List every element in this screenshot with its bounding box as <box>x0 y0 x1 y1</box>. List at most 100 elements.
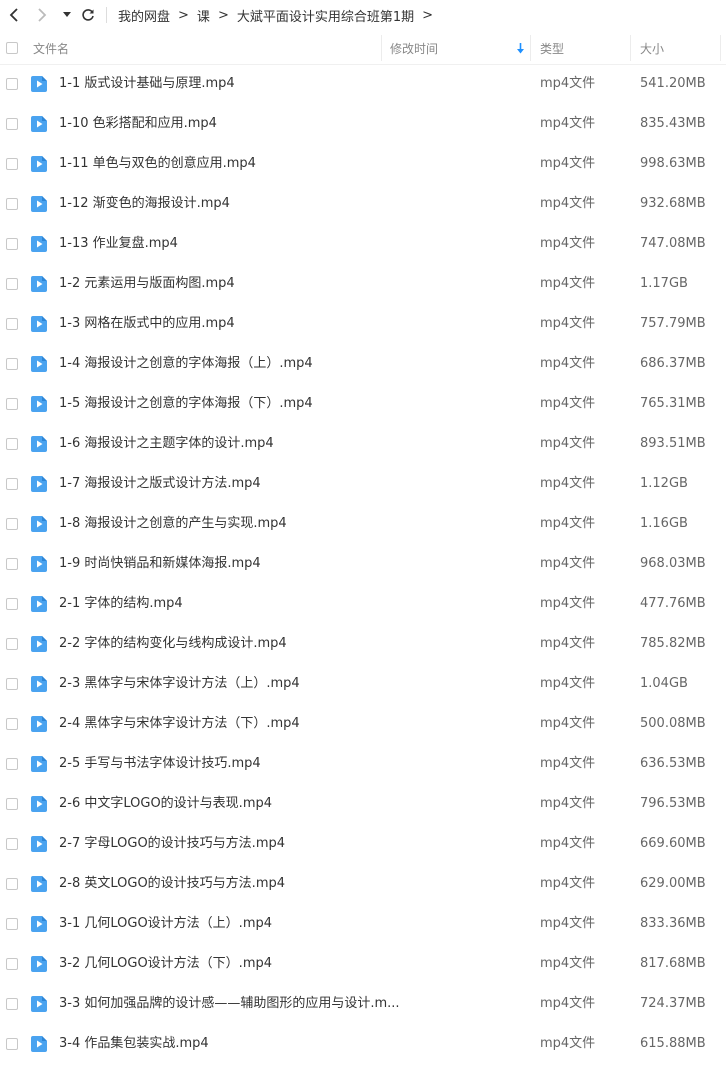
file-row[interactable]: 1-6 海报设计之主题字体的设计.mp4 mp4文件 893.51MB <box>0 424 726 464</box>
row-checkbox[interactable] <box>6 318 18 330</box>
file-name[interactable]: 1-3 网格在版式中的应用.mp4 <box>59 304 235 344</box>
forward-button[interactable] <box>32 4 52 26</box>
breadcrumb-item-current[interactable]: 大斌平面设计实用综合班第1期 <box>237 6 414 25</box>
row-checkbox[interactable] <box>6 958 18 970</box>
file-name[interactable]: 2-7 字母LOGO的设计技巧与方法.mp4 <box>59 824 285 864</box>
row-checkbox[interactable] <box>6 198 18 210</box>
file-row[interactable]: 2-6 中文字LOGO的设计与表现.mp4 mp4文件 796.53MB <box>0 784 726 824</box>
file-row[interactable]: 2-5 手写与书法字体设计技巧.mp4 mp4文件 636.53MB <box>0 744 726 784</box>
row-checkbox[interactable] <box>6 558 18 570</box>
refresh-button[interactable] <box>78 4 98 26</box>
file-row[interactable]: 1-9 时尚快销品和新媒体海报.mp4 mp4文件 968.03MB <box>0 544 726 584</box>
column-divider[interactable] <box>530 35 531 61</box>
file-row[interactable]: 1-2 元素运用与版面构图.mp4 mp4文件 1.17GB <box>0 264 726 304</box>
breadcrumb-item[interactable]: 我的网盘 <box>118 6 170 25</box>
file-row[interactable]: 2-7 字母LOGO的设计技巧与方法.mp4 mp4文件 669.60MB <box>0 824 726 864</box>
row-checkbox[interactable] <box>6 798 18 810</box>
file-name[interactable]: 1-7 海报设计之版式设计方法.mp4 <box>59 464 261 504</box>
column-divider[interactable] <box>720 35 721 61</box>
row-checkbox[interactable] <box>6 838 18 850</box>
back-button[interactable] <box>4 4 24 26</box>
file-name[interactable]: 3-3 如何加强品牌的设计感——辅助图形的应用与设计.m... <box>59 984 400 1024</box>
select-all-checkbox[interactable] <box>6 32 18 64</box>
file-type: mp4文件 <box>540 836 596 851</box>
sort-arrow-down-icon[interactable] <box>516 32 525 64</box>
row-checkbox[interactable] <box>6 478 18 490</box>
file-row[interactable]: 2-8 英文LOGO的设计技巧与方法.mp4 mp4文件 629.00MB <box>0 864 726 904</box>
column-header-modified[interactable]: 修改时间 <box>390 32 438 64</box>
row-checkbox[interactable] <box>6 358 18 370</box>
file-name[interactable]: 2-1 字体的结构.mp4 <box>59 584 183 624</box>
file-type: mp4文件 <box>540 876 596 891</box>
column-header-type[interactable]: 类型 <box>540 32 564 64</box>
file-name[interactable]: 1-5 海报设计之创意的字体海报（下）.mp4 <box>59 384 313 424</box>
file-name[interactable]: 3-1 几何LOGO设计方法（上）.mp4 <box>59 904 272 944</box>
file-name[interactable]: 1-2 元素运用与版面构图.mp4 <box>59 264 235 304</box>
file-name[interactable]: 2-5 手写与书法字体设计技巧.mp4 <box>59 744 261 784</box>
history-dropdown-button[interactable] <box>60 4 74 26</box>
file-name[interactable]: 2-4 黑体字与宋体字设计方法（下）.mp4 <box>59 704 300 744</box>
file-row[interactable]: 3-1 几何LOGO设计方法（上）.mp4 mp4文件 833.36MB <box>0 904 726 944</box>
nav-divider <box>106 7 107 23</box>
file-row[interactable]: 1-1 版式设计基础与原理.mp4 mp4文件 541.20MB <box>0 64 726 104</box>
video-file-icon <box>31 916 47 932</box>
column-header-size[interactable]: 大小 <box>640 32 664 64</box>
file-row[interactable]: 1-10 色彩搭配和应用.mp4 mp4文件 835.43MB <box>0 104 726 144</box>
file-name[interactable]: 1-13 作业复盘.mp4 <box>59 224 178 264</box>
file-row[interactable]: 1-13 作业复盘.mp4 mp4文件 747.08MB <box>0 224 726 264</box>
file-row[interactable]: 1-5 海报设计之创意的字体海报（下）.mp4 mp4文件 765.31MB <box>0 384 726 424</box>
file-row[interactable]: 1-12 渐变色的海报设计.mp4 mp4文件 932.68MB <box>0 184 726 224</box>
file-name[interactable]: 1-12 渐变色的海报设计.mp4 <box>59 184 230 224</box>
file-name[interactable]: 1-4 海报设计之创意的字体海报（上）.mp4 <box>59 344 313 384</box>
file-name[interactable]: 1-11 单色与双色的创意应用.mp4 <box>59 144 256 184</box>
file-row[interactable]: 1-8 海报设计之创意的产生与实现.mp4 mp4文件 1.16GB <box>0 504 726 544</box>
file-row[interactable]: 2-3 黑体字与宋体字设计方法（上）.mp4 mp4文件 1.04GB <box>0 664 726 704</box>
row-checkbox[interactable] <box>6 158 18 170</box>
file-name[interactable]: 3-4 作品集包装实战.mp4 <box>59 1024 209 1064</box>
file-name[interactable]: 1-10 色彩搭配和应用.mp4 <box>59 104 217 144</box>
row-checkbox[interactable] <box>6 278 18 290</box>
column-divider[interactable] <box>630 35 631 61</box>
row-checkbox[interactable] <box>6 118 18 130</box>
row-checkbox[interactable] <box>6 998 18 1010</box>
file-row[interactable]: 2-4 黑体字与宋体字设计方法（下）.mp4 mp4文件 500.08MB <box>0 704 726 744</box>
file-size: 833.36MB <box>640 916 706 931</box>
file-name[interactable]: 1-8 海报设计之创意的产生与实现.mp4 <box>59 504 287 544</box>
file-type: mp4文件 <box>540 1036 596 1051</box>
file-row[interactable]: 1-3 网格在版式中的应用.mp4 mp4文件 757.79MB <box>0 304 726 344</box>
file-name[interactable]: 1-6 海报设计之主题字体的设计.mp4 <box>59 424 274 464</box>
file-row[interactable]: 1-11 单色与双色的创意应用.mp4 mp4文件 998.63MB <box>0 144 726 184</box>
file-row[interactable]: 3-4 作品集包装实战.mp4 mp4文件 615.88MB <box>0 1024 726 1064</box>
file-row[interactable]: 3-3 如何加强品牌的设计感——辅助图形的应用与设计.m... mp4文件 724.… <box>0 984 726 1024</box>
row-checkbox[interactable] <box>6 598 18 610</box>
file-row[interactable]: 1-7 海报设计之版式设计方法.mp4 mp4文件 1.12GB <box>0 464 726 504</box>
video-file-icon <box>31 956 47 972</box>
row-checkbox[interactable] <box>6 398 18 410</box>
column-divider[interactable] <box>381 35 382 61</box>
row-checkbox[interactable] <box>6 518 18 530</box>
file-name[interactable]: 1-9 时尚快销品和新媒体海报.mp4 <box>59 544 261 584</box>
file-name[interactable]: 2-2 字体的结构变化与线构成设计.mp4 <box>59 624 287 664</box>
file-name[interactable]: 2-6 中文字LOGO的设计与表现.mp4 <box>59 784 272 824</box>
file-size: 724.37MB <box>640 996 706 1011</box>
file-name[interactable]: 2-3 黑体字与宋体字设计方法（上）.mp4 <box>59 664 300 704</box>
row-checkbox[interactable] <box>6 918 18 930</box>
file-name[interactable]: 1-1 版式设计基础与原理.mp4 <box>59 64 235 104</box>
row-checkbox[interactable] <box>6 718 18 730</box>
row-checkbox[interactable] <box>6 438 18 450</box>
file-name[interactable]: 2-8 英文LOGO的设计技巧与方法.mp4 <box>59 864 285 904</box>
row-checkbox[interactable] <box>6 678 18 690</box>
row-checkbox[interactable] <box>6 78 18 90</box>
file-name[interactable]: 3-2 几何LOGO设计方法（下）.mp4 <box>59 944 272 984</box>
column-header-name[interactable]: 文件名 <box>33 32 69 64</box>
breadcrumb-item[interactable]: 课 <box>197 6 210 25</box>
file-row[interactable]: 3-2 几何LOGO设计方法（下）.mp4 mp4文件 817.68MB <box>0 944 726 984</box>
row-checkbox[interactable] <box>6 638 18 650</box>
row-checkbox[interactable] <box>6 878 18 890</box>
file-row[interactable]: 2-2 字体的结构变化与线构成设计.mp4 mp4文件 785.82MB <box>0 624 726 664</box>
file-row[interactable]: 2-1 字体的结构.mp4 mp4文件 477.76MB <box>0 584 726 624</box>
row-checkbox[interactable] <box>6 1038 18 1050</box>
row-checkbox[interactable] <box>6 758 18 770</box>
file-row[interactable]: 1-4 海报设计之创意的字体海报（上）.mp4 mp4文件 686.37MB <box>0 344 726 384</box>
row-checkbox[interactable] <box>6 238 18 250</box>
